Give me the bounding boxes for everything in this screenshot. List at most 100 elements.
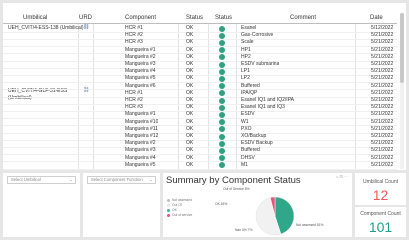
status-ok-icon (219, 39, 225, 46)
header-urd[interactable]: URD (79, 13, 99, 24)
cell-comment: LP2 (241, 75, 250, 82)
cell-date: 5/21/2022 (371, 147, 394, 154)
pie-label-not-assessed: Not assessed 51% (296, 223, 324, 227)
cell-component: Mangueira #1 (125, 46, 156, 53)
cell-comment: HP2 (241, 53, 251, 60)
cell-component: Mangueira #10 (125, 118, 159, 125)
cell-status: OK (186, 39, 194, 46)
cell-status: OK (186, 125, 194, 132)
cell-component: Mangueira #4 (125, 154, 156, 161)
component-filter-card: Select Component Function ⌄ (83, 173, 160, 237)
component-dropdown-placeholder: Select Component Function (91, 177, 143, 182)
cell-status: OK (186, 97, 194, 103)
cell-status: OK (186, 82, 194, 89)
header-status[interactable]: Status (186, 13, 216, 24)
cell-comment: PXO (241, 125, 252, 132)
cell-status: OK (186, 111, 194, 118)
header-status-indicator[interactable]: Status (215, 13, 245, 24)
cell-comment: XO/Backup (241, 133, 267, 139)
umbilical-count-card: Umbilical Count 12 (355, 173, 406, 205)
cell-component: Mangueira #3 (125, 61, 156, 67)
status-ok-icon (219, 155, 225, 162)
component-count-title: Component Count (360, 211, 401, 217)
cell-comment: M1 (241, 161, 248, 168)
pie-label-nan: Nan 0% 7% (235, 228, 253, 232)
status-ok-icon (219, 111, 225, 118)
cell-component: Mangueira #11 (125, 125, 158, 132)
header-date[interactable]: Date (370, 13, 400, 24)
pie-label-ok: OK 45% (215, 202, 228, 206)
chevron-down-icon: ⌄ (149, 177, 153, 182)
cell-component: HCR #3 (125, 39, 143, 46)
cell-status: OK (186, 147, 194, 154)
header-component[interactable]: Component (125, 13, 185, 24)
cell-comment: Scale (241, 39, 254, 46)
cell-date: 5/21/2022 (371, 61, 394, 67)
pie-chart (255, 196, 295, 236)
component-count-card: Component Count 101 (355, 207, 406, 237)
component-count-value: 101 (368, 219, 393, 235)
cell-component: Mangueira #2 (125, 53, 156, 60)
header-comment[interactable]: Comment (290, 13, 340, 24)
cell-date: 5/21/2022 (371, 125, 394, 132)
cell-status: OK (186, 154, 194, 161)
status-ok-icon (219, 140, 225, 147)
status-ok-icon (219, 126, 225, 133)
cell-date: 5/21/2022 (371, 46, 394, 53)
status-ok-icon (219, 97, 225, 104)
umbilical-dropdown[interactable]: Select Umbilical ⌄ (7, 176, 76, 184)
cell-comment: Buffered (241, 82, 260, 89)
cell-date: 5/21/2022 (371, 111, 394, 118)
cell-component: Mangueira #3 (125, 147, 156, 154)
cell-status: OK (186, 133, 194, 139)
status-ok-icon (219, 61, 225, 68)
cell-date: 5/21/2022 (371, 154, 394, 161)
umbilical-count-value: 12 (372, 187, 389, 203)
cell-status: OK (186, 75, 194, 82)
component-function-dropdown[interactable]: Select Component Function ⌄ (87, 176, 156, 184)
cell-component: HCR #2 (125, 32, 143, 39)
cell-component: Mangueira #5 (125, 75, 156, 82)
status-ok-icon (219, 133, 225, 140)
cell-status: OK (186, 104, 194, 111)
component-table: Umbilical URD Component Status Status Co… (3, 3, 406, 170)
table-scrollbar-thumb[interactable] (400, 13, 404, 83)
cell-status: OK (186, 61, 194, 67)
table-header: Umbilical URD Component Status Status Co… (3, 13, 397, 24)
pie-label-out-of-service: Out of Service 8% (223, 187, 250, 191)
cell-status: OK (186, 140, 194, 147)
cell-status: OK (186, 53, 194, 60)
status-ok-icon (219, 47, 225, 54)
cell-comment: Esanel IQ1 and IQ3 (241, 104, 285, 111)
cell-comment: IPA/QP (241, 89, 258, 96)
cell-status: OK (186, 46, 194, 53)
status-ok-icon (219, 83, 225, 90)
cell-component: Mangueira #12 (125, 133, 159, 139)
cell-date: 5/21/2022 (371, 53, 394, 60)
status-ok-icon (219, 32, 225, 39)
cell-component: Mangueira #5 (125, 161, 156, 168)
cell-date: 5/21/2022 (371, 89, 394, 96)
status-summary-chart: ⌂ ⊡ ··· Summary by Component Status Not … (163, 173, 352, 237)
cell-date: 5/21/2022 (371, 104, 394, 111)
cell-date: 5/12/2022 (371, 25, 394, 31)
cell-comment: ESDV submarina (241, 61, 280, 67)
cell-component: Mangueira #2 (125, 140, 156, 147)
status-ok-icon (219, 25, 225, 32)
cell-component: Mangueira #6 (125, 82, 156, 89)
cell-comment: ESDV Backup (241, 140, 273, 147)
cell-status: OK (186, 161, 194, 168)
cell-date: 5/21/2022 (371, 75, 394, 82)
cell-comment: HP1 (241, 46, 251, 53)
umbilical-dropdown-placeholder: Select Umbilical (11, 177, 41, 182)
cell-status: OK (186, 68, 194, 75)
cell-date: 5/21/2022 (371, 82, 394, 89)
cell-date: 5/21/2022 (371, 97, 394, 103)
status-ok-icon (219, 119, 225, 126)
cell-comment: DHSV (241, 154, 255, 161)
cell-status: OK (186, 118, 194, 125)
cell-status: OK (186, 89, 194, 96)
cell-date: 5/21/2022 (371, 118, 394, 125)
cell-comment: ESDV (241, 111, 255, 118)
cell-date: 5/21/2022 (371, 39, 394, 46)
